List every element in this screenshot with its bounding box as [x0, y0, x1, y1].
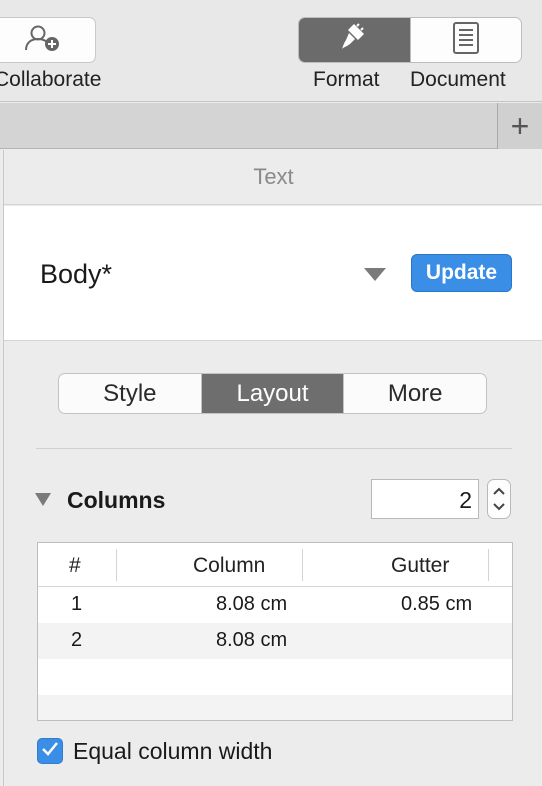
- paragraph-style-name[interactable]: Body*: [40, 259, 112, 290]
- column-separator[interactable]: [488, 549, 489, 581]
- column-count-stepper[interactable]: [487, 479, 511, 519]
- table-row[interactable]: 2 8.08 cm: [38, 623, 512, 659]
- paragraph-style-panel: Body* Update: [4, 206, 542, 341]
- update-style-button[interactable]: Update: [411, 254, 512, 292]
- tab-style[interactable]: Style: [59, 374, 201, 413]
- chevron-down-icon[interactable]: [492, 496, 506, 512]
- equal-column-width-label[interactable]: Equal column width: [73, 738, 272, 765]
- table-row-empty: [38, 695, 512, 720]
- row-index: 1: [71, 593, 83, 615]
- section-divider: [36, 448, 512, 449]
- format-button[interactable]: [299, 18, 410, 62]
- style-dropdown-icon[interactable]: [364, 268, 386, 281]
- tab-layout[interactable]: Layout: [200, 374, 344, 413]
- document-label: Document: [410, 68, 506, 91]
- inspector-title: Text: [4, 150, 542, 205]
- header-gutter: Gutter: [391, 554, 450, 577]
- collaborate-icon: [23, 23, 63, 58]
- columns-table: # Column Gutter 1 8.08 cm 0.85 cm 2 8.08…: [37, 542, 513, 721]
- table-row-empty: [38, 659, 512, 695]
- row-index: 2: [71, 629, 83, 651]
- column-separator[interactable]: [302, 549, 303, 581]
- format-label: Format: [313, 68, 380, 91]
- table-header: # Column Gutter: [38, 543, 512, 587]
- text-inspector-tabs: Style Layout More: [58, 373, 487, 414]
- document-button[interactable]: [409, 18, 521, 62]
- checkmark-icon: [41, 741, 59, 762]
- column-separator[interactable]: [116, 549, 117, 581]
- format-inspector: Text Body* Update Style Layout More Colu…: [3, 150, 542, 786]
- toolbar: Collaborate Format Document: [0, 0, 542, 102]
- inspector-switcher: [298, 17, 522, 63]
- collaborate-button[interactable]: [0, 17, 96, 63]
- equal-column-width-checkbox[interactable]: [37, 738, 63, 764]
- column-width-value[interactable]: 8.08 cm: [216, 593, 287, 616]
- header-column: Column: [193, 554, 266, 577]
- column-count-field[interactable]: 2: [371, 479, 479, 519]
- columns-section-title[interactable]: Columns: [67, 487, 165, 514]
- add-tab-button[interactable]: +: [497, 103, 542, 149]
- chevron-up-icon[interactable]: [492, 486, 506, 496]
- gutter-width-value[interactable]: 0.85 cm: [401, 593, 472, 616]
- tab-more[interactable]: More: [343, 374, 486, 413]
- paintbrush-icon: [338, 22, 370, 59]
- header-index: #: [69, 554, 81, 577]
- document-icon: [452, 21, 480, 59]
- table-row[interactable]: 1 8.08 cm 0.85 cm: [38, 587, 512, 623]
- disclosure-triangle-icon[interactable]: [35, 493, 51, 506]
- tab-bar: [0, 103, 542, 149]
- column-width-value[interactable]: 8.08 cm: [216, 629, 287, 652]
- collaborate-label: Collaborate: [0, 68, 102, 91]
